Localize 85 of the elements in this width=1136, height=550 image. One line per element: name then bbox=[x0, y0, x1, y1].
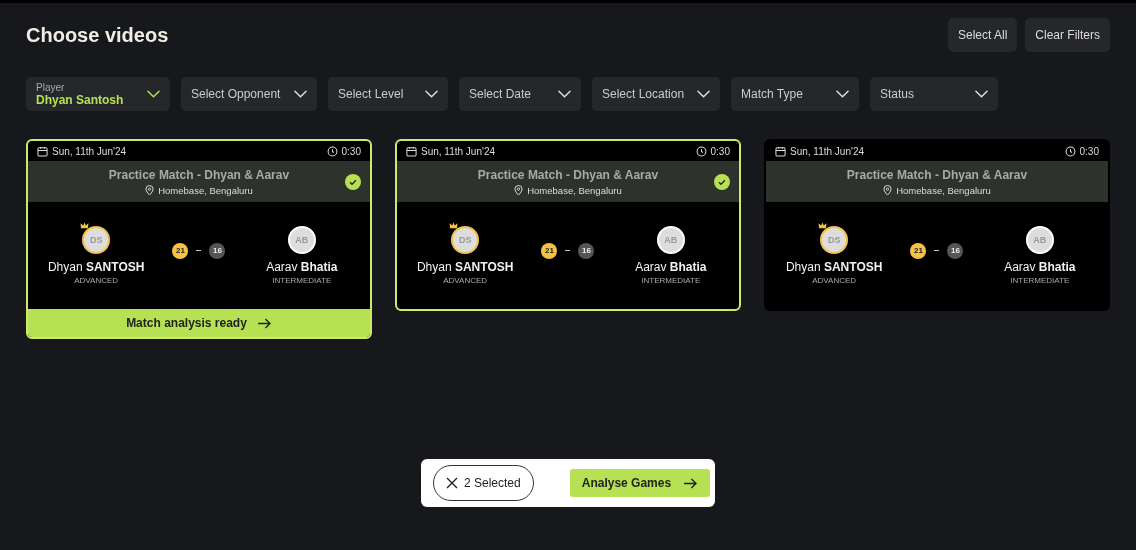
match-card[interactable]: Sun, 11th Jun'24 0:30 Practice Match - Dhyan & Aarav Homebase, Bengaluru DS Dhyan SANTOSH ADVANCED 21 16 AB Aarav Bhatia INTERMEDIATE bbox=[764, 139, 1110, 311]
match-location: Homebase, Bengaluru bbox=[896, 184, 991, 196]
player-level: ADVANCED bbox=[812, 276, 857, 285]
player-name: Aarav Bhatia bbox=[635, 260, 707, 274]
avatar: AB bbox=[1025, 226, 1054, 254]
action-button[interactable]: Select All bbox=[947, 18, 1018, 52]
filter-dropdown[interactable]: Player Dhyan Santosh bbox=[26, 77, 170, 111]
match-location: Homebase, Bengaluru bbox=[158, 184, 253, 196]
avatar: DS bbox=[82, 226, 111, 254]
filter-dropdown[interactable]: Select Date bbox=[459, 77, 581, 111]
match-title: Practice Match - Dhyan & Aarav bbox=[108, 167, 290, 182]
filter-placeholder: Status bbox=[880, 87, 915, 101]
filter-dropdown[interactable]: Status bbox=[870, 77, 998, 111]
player-level: ADVANCED bbox=[443, 276, 488, 285]
crown-icon bbox=[80, 222, 90, 229]
filter-placeholder: Select Location bbox=[602, 87, 685, 101]
avatar: DS bbox=[451, 226, 480, 254]
avatar: DS bbox=[820, 226, 849, 254]
chevron-down-icon bbox=[836, 90, 849, 98]
calendar-icon bbox=[775, 145, 786, 157]
analyse-games-button[interactable]: Analyse Games bbox=[569, 469, 711, 497]
filter-dropdown[interactable]: Select Location bbox=[592, 77, 720, 111]
score-badge: 16 bbox=[947, 242, 964, 259]
clear-selection-button[interactable]: 2 Selected bbox=[433, 465, 534, 501]
match-duration: 0:30 bbox=[710, 145, 730, 157]
score-badge: 21 bbox=[541, 242, 558, 259]
location-pin-icon bbox=[145, 184, 155, 196]
chevron-down-icon bbox=[425, 90, 438, 98]
avatar: AB bbox=[656, 226, 685, 254]
filter-placeholder: Select Date bbox=[469, 87, 532, 101]
match-date: Sun, 11th Jun'24 bbox=[790, 145, 864, 157]
filter-value: Dhyan Santosh bbox=[36, 92, 124, 107]
calendar-icon bbox=[37, 145, 48, 157]
player-name: Aarav Bhatia bbox=[1004, 260, 1076, 274]
chevron-down-icon bbox=[558, 90, 571, 98]
avatar: AB bbox=[287, 226, 316, 254]
clock-icon bbox=[326, 145, 338, 157]
location-pin-icon bbox=[514, 184, 524, 196]
check-icon bbox=[345, 174, 361, 190]
close-icon bbox=[446, 477, 458, 489]
player-name: Dhyan SANTOSH bbox=[785, 260, 883, 274]
filter-dropdown[interactable]: Match Type bbox=[731, 77, 859, 111]
analysis-ready-banner[interactable]: Match analysis ready bbox=[28, 309, 370, 337]
player-level: ADVANCED bbox=[74, 276, 119, 285]
arrow-right-icon bbox=[683, 477, 699, 489]
match-location: Homebase, Bengaluru bbox=[527, 184, 622, 196]
filter-placeholder: Select Opponent bbox=[191, 87, 281, 101]
player-level: INTERMEDIATE bbox=[1010, 276, 1070, 285]
score-badge: 21 bbox=[910, 242, 927, 259]
filter-placeholder: Match Type bbox=[741, 87, 803, 101]
player-level: INTERMEDIATE bbox=[641, 276, 701, 285]
filter-dropdown[interactable]: Select Level bbox=[328, 77, 448, 111]
chevron-down-icon bbox=[147, 90, 160, 98]
calendar-icon bbox=[406, 145, 417, 157]
filter-label: Player bbox=[36, 81, 66, 93]
player-name: Dhyan SANTOSH bbox=[416, 260, 514, 274]
score-badge: 21 bbox=[172, 242, 189, 259]
location-pin-icon bbox=[883, 184, 893, 196]
analysis-ready-text: Match analysis ready bbox=[126, 316, 247, 330]
chevron-down-icon bbox=[697, 90, 710, 98]
match-card[interactable]: Sun, 11th Jun'24 0:30 Practice Match - Dhyan & Aarav Homebase, Bengaluru DS Dhyan SANTOSH ADVANCED 21 16 AB Aarav Bhatia INTERMEDIATE bbox=[395, 139, 741, 311]
chevron-down-icon bbox=[294, 90, 307, 98]
match-card[interactable]: Sun, 11th Jun'24 0:30 Practice Match - Dhyan & Aarav Homebase, Bengaluru DS Dhyan SANTOSH ADVANCED 21 16 AB Aarav Bhatia INTERMEDIATE Match analysis ready bbox=[26, 139, 372, 339]
match-title: Practice Match - Dhyan & Aarav bbox=[846, 167, 1028, 182]
match-date: Sun, 11th Jun'24 bbox=[52, 145, 126, 157]
match-duration: 0:30 bbox=[341, 145, 361, 157]
chevron-down-icon bbox=[975, 90, 988, 98]
score-badge: 16 bbox=[578, 242, 595, 259]
match-title: Practice Match - Dhyan & Aarav bbox=[477, 167, 659, 182]
player-name: Dhyan SANTOSH bbox=[47, 260, 145, 274]
crown-icon bbox=[818, 222, 828, 229]
clock-icon bbox=[1064, 145, 1076, 157]
score-badge: 16 bbox=[209, 242, 226, 259]
match-duration: 0:30 bbox=[1079, 145, 1099, 157]
check-icon bbox=[714, 174, 730, 190]
page-title: Choose videos bbox=[26, 23, 169, 47]
filter-placeholder: Select Level bbox=[338, 87, 404, 101]
clock-icon bbox=[695, 145, 707, 157]
crown-icon bbox=[449, 222, 459, 229]
match-date: Sun, 11th Jun'24 bbox=[421, 145, 495, 157]
filter-dropdown[interactable]: Select Opponent bbox=[181, 77, 317, 111]
player-level: INTERMEDIATE bbox=[272, 276, 332, 285]
player-name: Aarav Bhatia bbox=[266, 260, 338, 274]
arrow-right-icon bbox=[256, 317, 272, 329]
action-button[interactable]: Clear Filters bbox=[1025, 18, 1110, 52]
